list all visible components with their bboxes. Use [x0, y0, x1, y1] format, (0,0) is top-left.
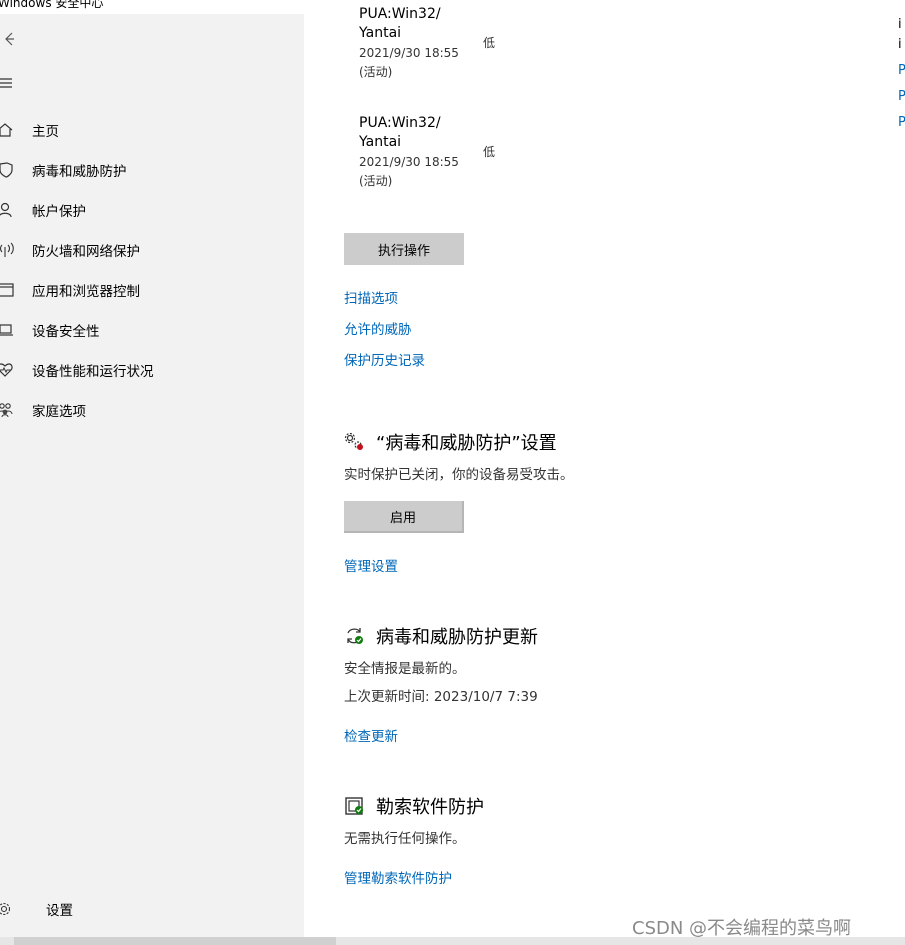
right-panel-link[interactable]: P	[898, 115, 905, 130]
sidebar-item-family-options[interactable]: 家庭选项	[0, 390, 304, 430]
virus-settings-title: “病毒和威胁防护”设置	[344, 429, 557, 455]
laptop-icon	[0, 324, 13, 336]
app-window-icon	[0, 283, 14, 297]
protection-history-link[interactable]: 保护历史记录	[344, 349, 425, 369]
sidebar-item-virus-protection[interactable]: 病毒和威胁防护	[0, 150, 304, 190]
sidebar-item-app-browser-control[interactable]: 应用和浏览器控制	[0, 270, 304, 310]
updates-title: 病毒和威胁防护更新	[344, 623, 538, 649]
threat-name: PUA:Win32/	[359, 6, 441, 22]
sidebar-item-account-protection[interactable]: 帐户保护	[0, 190, 304, 230]
check-updates-link[interactable]: 检查更新	[344, 725, 398, 745]
section-title-text: “病毒和威胁防护”设置	[376, 433, 557, 454]
threat-status: (活动)	[359, 174, 393, 188]
main-content: PUA:Win32/ Yantai 2021/9/30 18:55 (活动) 低…	[304, 0, 905, 945]
window-title: Windows 安全中心	[0, 0, 104, 10]
right-panel-link[interactable]: P	[898, 89, 905, 104]
right-panel-text: i	[898, 37, 902, 52]
home-icon	[0, 123, 13, 137]
allowed-threats-link[interactable]: 允许的威胁	[344, 318, 412, 338]
scan-options-link[interactable]: 扫描选项	[344, 287, 398, 307]
section-title-text: 病毒和威胁防护更新	[376, 627, 538, 648]
sidebar-item-label: 应用和浏览器控制	[32, 284, 140, 300]
sidebar-item-label: 设备性能和运行状况	[32, 364, 154, 380]
right-panel-link[interactable]: P	[898, 63, 905, 78]
settings-gears-icon	[344, 432, 363, 450]
right-panel-text: i	[898, 17, 902, 32]
sidebar-item-label: 病毒和威胁防护	[32, 164, 127, 180]
bottom-border-shade	[14, 937, 336, 945]
sidebar-item-label: 帐户保护	[32, 204, 86, 220]
ransomware-shield-icon	[345, 797, 363, 815]
sidebar-item-label: 家庭选项	[32, 404, 86, 420]
threat-item[interactable]: PUA:Win32/ Yantai 2021/9/30 18:55 (活动) 低	[359, 5, 619, 81]
sidebar-item-firewall[interactable]: 防火墙和网络保护	[0, 230, 304, 270]
last-update-time: 上次更新时间: 2023/10/7 7:39	[344, 689, 538, 705]
family-icon	[0, 403, 13, 418]
window-bottom-border	[0, 937, 905, 945]
heart-pulse-icon	[0, 363, 13, 377]
threat-severity: 低	[483, 36, 496, 50]
person-icon	[0, 202, 12, 218]
sidebar-item-label: 防火墙和网络保护	[32, 244, 140, 260]
sidebar: 主页 病毒和威胁防护 帐户保护 防火墙和网络保护 应用和浏览器控制 设备安全性	[0, 14, 304, 945]
back-button[interactable]	[0, 28, 20, 52]
realtime-protection-warning: 实时保护已关闭，你的设备易受攻击。	[344, 467, 574, 483]
antenna-icon	[0, 242, 14, 257]
security-intel-status: 安全情报是最新的。	[344, 661, 466, 677]
sidebar-item-label: 设备安全性	[32, 324, 100, 340]
enable-button[interactable]: 启用	[344, 501, 464, 533]
menu-button[interactable]	[0, 72, 20, 96]
shield-icon	[0, 162, 13, 178]
execute-action-button[interactable]: 执行操作	[344, 233, 464, 265]
ransomware-title: 勒索软件防护	[344, 793, 484, 819]
threat-item[interactable]: PUA:Win32/ Yantai 2021/9/30 18:55 (活动) 低	[359, 114, 619, 190]
sidebar-item-label: 主页	[32, 124, 59, 140]
section-title-text: 勒索软件防护	[376, 797, 484, 818]
manage-ransomware-link[interactable]: 管理勒索软件防护	[344, 867, 452, 887]
threat-name: PUA:Win32/	[359, 115, 441, 131]
sidebar-item-device-performance[interactable]: 设备性能和运行状况	[0, 350, 304, 390]
manage-settings-link[interactable]: 管理设置	[344, 555, 398, 575]
back-arrow-icon	[5, 32, 14, 46]
settings-label: 设置	[46, 903, 73, 919]
ransomware-status: 无需执行任何操作。	[344, 831, 466, 847]
threat-severity: 低	[483, 145, 496, 159]
sidebar-item-device-security[interactable]: 设备安全性	[0, 310, 304, 350]
gear-icon	[0, 902, 11, 916]
threat-status: (活动)	[359, 65, 393, 79]
refresh-ok-icon	[347, 628, 363, 644]
sidebar-item-settings[interactable]: 设置	[0, 889, 304, 929]
sidebar-item-home[interactable]: 主页	[0, 110, 304, 150]
hamburger-icon	[0, 78, 12, 88]
